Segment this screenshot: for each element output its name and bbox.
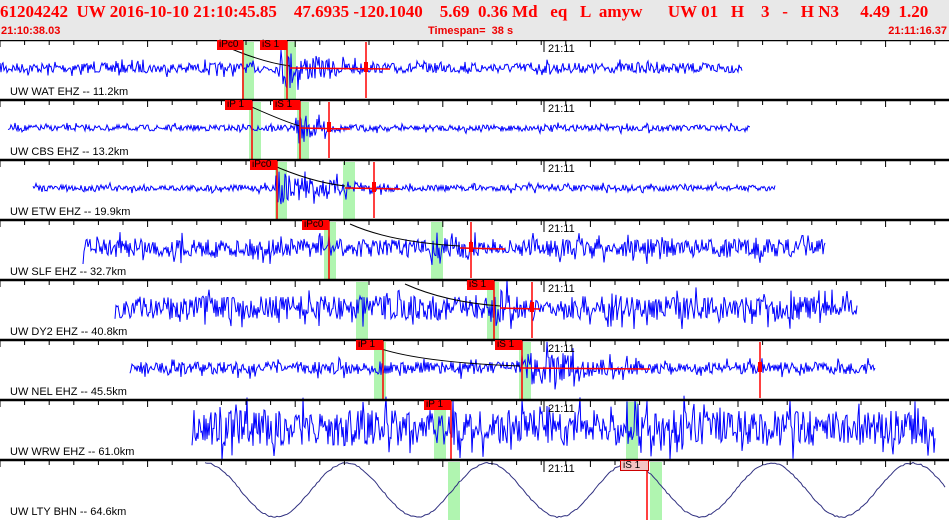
phase-pick-label[interactable]: iS 1 (260, 40, 287, 50)
minute-label: 21:11 (548, 43, 575, 55)
minute-label: 21:11 (548, 103, 575, 115)
phase-pick-label[interactable]: iPc0 (217, 40, 243, 50)
waveform-trace (0, 50, 742, 90)
phase-pick-label[interactable]: iPc0 (302, 220, 329, 230)
phase-pick-label[interactable]: iP 1 (356, 340, 383, 350)
minute-label: 21:11 (548, 223, 575, 235)
channel-label[interactable]: UW WAT EHZ -- 11.2km (10, 86, 128, 98)
minute-label: 21:11 (548, 283, 575, 295)
phase-pick-label[interactable]: iP 1 (424, 400, 451, 410)
channel-label[interactable]: UW CBS EHZ -- 13.2km (10, 146, 129, 158)
pick-window (434, 402, 446, 460)
amplitude-marker-box (372, 182, 376, 192)
minute-label: 21:11 (548, 343, 575, 355)
phase-pick-label[interactable]: iP 1 (225, 100, 252, 110)
amplitude-marker-box (530, 302, 534, 312)
amplitude-marker-box (758, 362, 762, 372)
coda-fit-line (520, 368, 650, 369)
waveform-trace (33, 172, 775, 205)
coda-fit-line (290, 68, 390, 69)
phase-pick-label[interactable]: iS 1 (620, 460, 649, 471)
phase-pick-label[interactable]: iS 1 (467, 280, 494, 290)
waveform-trace (8, 115, 750, 144)
amplitude-marker-box (364, 62, 368, 72)
coda-fit-line (300, 128, 350, 129)
waveform-trace (83, 232, 825, 265)
event-header: 61204242 UW 2016-10-10 21:10:45.85 47.69… (0, 0, 949, 40)
channel-label[interactable]: UW NEL EHZ -- 45.5km (10, 386, 127, 398)
amplitude-marker-box (327, 122, 331, 132)
pick-window (650, 462, 662, 520)
coda-fit-line (460, 248, 505, 249)
pick-window (448, 462, 460, 520)
start-time: 21:10:38.03 (1, 25, 60, 37)
coda-curve (350, 224, 460, 246)
phase-pick-label[interactable]: iS 1 (273, 100, 300, 110)
minute-label: 21:11 (548, 163, 575, 175)
phase-pick-label[interactable]: iS 1 (495, 340, 522, 350)
minute-label: 21:11 (548, 463, 575, 475)
timespan: Timespan= 38 s (428, 25, 513, 37)
waveform-trace (205, 463, 945, 518)
end-time: 21:11:16.37 (888, 25, 947, 37)
event-summary: 61204242 UW 2016-10-10 21:10:45.85 47.69… (0, 2, 928, 22)
channel-label[interactable]: UW SLF EHZ -- 32.7km (10, 266, 126, 278)
channel-label[interactable]: UW LTY BHN -- 64.6km (10, 506, 126, 518)
phase-pick-label[interactable]: iPc0 (250, 160, 277, 170)
minute-label: 21:11 (548, 403, 575, 415)
channel-label[interactable]: UW WRW EHZ -- 61.0km (10, 446, 134, 458)
amplitude-marker-box (469, 242, 473, 252)
channel-label[interactable]: UW ETW EHZ -- 19.9km (10, 206, 130, 218)
channel-label[interactable]: UW DY2 EHZ -- 40.8km (10, 326, 127, 338)
pick-window (242, 42, 254, 100)
